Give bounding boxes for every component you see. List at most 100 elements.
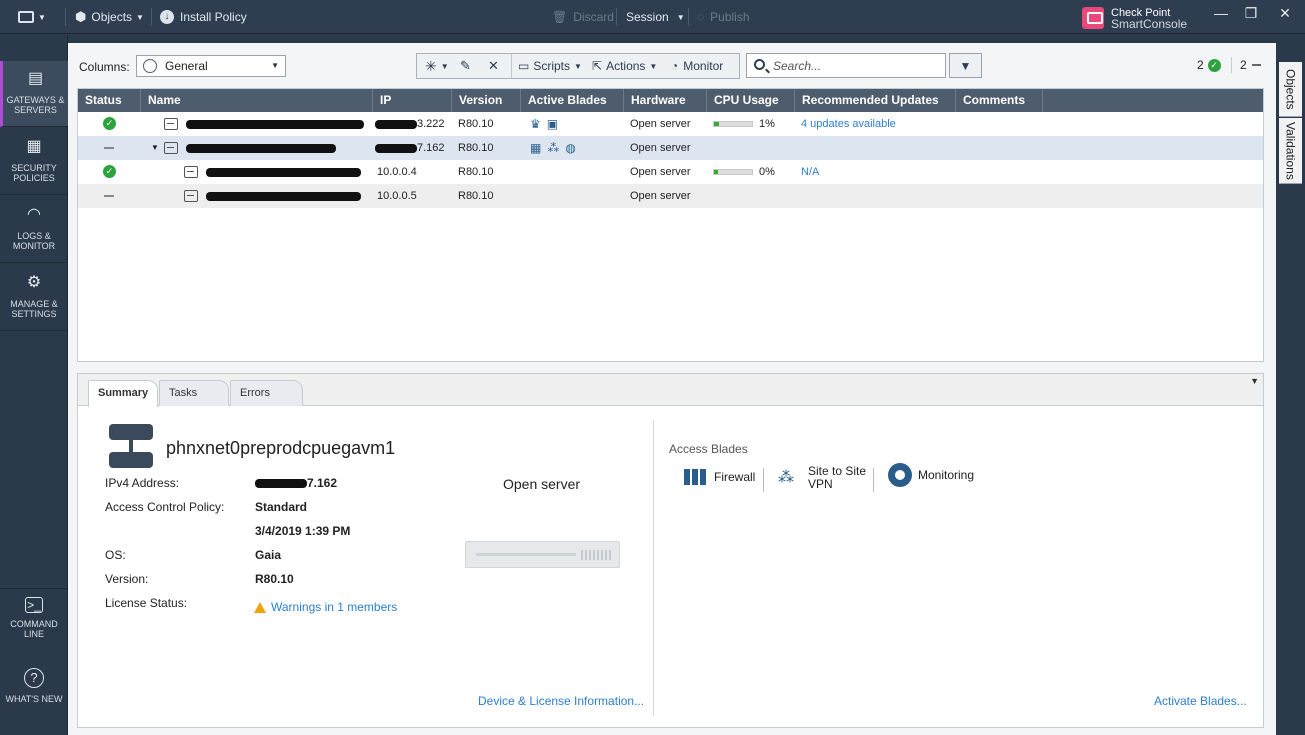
blade-monitoring[interactable]: Monitoring [888,463,974,487]
status-none-icon [104,195,114,197]
nav-gateways-label: GATEWAYS & SERVERS [6,95,65,115]
tab-errors[interactable]: Errors [230,380,303,406]
appliance-image [465,541,620,568]
details-tabs: Summary Tasks Errors ▼ [78,374,1263,407]
dash-icon [1251,64,1261,66]
minimize-button[interactable]: — [1207,0,1235,26]
toolbar-divider [688,8,689,26]
delete-icon: ✕ [488,58,499,73]
table-row[interactable]: ✓ 3.222 R80.10 ♛ ▣ Open server 1% 4 updat… [78,112,1263,136]
maximize-button[interactable]: ❐ [1237,0,1265,26]
warning-icon [254,601,266,613]
blade-firewall-label: Firewall [714,469,756,484]
scripts-menu-button[interactable]: ▭ Scripts ▼ [511,54,582,78]
license-warning-link[interactable]: Warnings in 1 members [254,600,397,614]
actions-label: Actions [606,59,646,73]
col-ip[interactable]: IP [373,89,452,112]
row-updates-link[interactable]: N/A [801,160,819,184]
blade-site-to-site-vpn[interactable]: ⁂ Site to Site VPN [778,465,866,491]
session-menu-button[interactable]: Session ▼ [626,0,685,34]
col-hardware[interactable]: Hardware [624,89,707,112]
row-version: R80.10 [458,142,494,154]
top-toolbar: ▼ ⬢ Objects ▼ ↓ Install Policy 🗑 Discard … [0,0,1305,34]
objects-pane-tab[interactable]: Objects [1279,62,1302,117]
col-recommended-updates[interactable]: Recommended Updates [795,89,956,112]
ok-count-badge[interactable]: 2 ✓ [1197,58,1221,72]
row-hardware: Open server [630,190,691,202]
acp-label: Access Control Policy: [105,500,225,514]
nav-security-policies[interactable]: ▦ SECURITY POLICIES [0,129,68,195]
globe-icon [143,59,157,73]
brand-line2: SmartConsole [1111,17,1188,31]
firewall-icon: ▦ [530,141,542,156]
blade-divider [873,468,874,492]
nav-command-line[interactable]: >_ COMMAND LINE [0,588,68,654]
device-license-link[interactable]: Device & License Information... [478,694,644,708]
edit-button[interactable]: ✎ [460,54,471,78]
right-rail: Objects Validations [1276,35,1305,735]
expand-caret-icon[interactable]: ▼ [151,136,159,160]
restore-icon: ❐ [1244,4,1258,21]
blade-vpn-line1: Site to Site [808,464,867,478]
search-placeholder: Search... [773,58,822,73]
monitor-label: Monitor [683,59,724,73]
col-name[interactable]: Name [141,89,373,112]
activate-blades-link[interactable]: Activate Blades... [1154,694,1247,708]
col-cpu-usage[interactable]: CPU Usage [707,89,795,112]
discard-button[interactable]: 🗑 Discard [552,0,614,34]
col-active-blades[interactable]: Active Blades [521,89,624,112]
filter-icon: ▼ [959,58,972,73]
object-actions-group: ✳ ▼ ✎ ✕ ▭ Scripts ▼ ⇱ Actions ▼ ◔ Monitor [416,53,740,79]
row-ip: 7.162 [375,136,445,160]
tab-tasks[interactable]: Tasks [159,380,229,406]
panel-divider [653,420,654,716]
member-icon [184,184,198,208]
close-button[interactable]: ✕ [1271,0,1299,26]
blade-divider [763,468,764,492]
filter-button[interactable]: ▼ [949,53,982,78]
search-input[interactable]: Search... [746,53,946,78]
objects-menu-button[interactable]: ⬢ Objects ▼ [75,0,144,34]
redacted-name [206,184,361,208]
objects-menu-label: Objects [91,10,133,24]
other-count-badge[interactable]: 2 [1240,58,1261,72]
firewall-icon [684,469,708,485]
columns-select[interactable]: General ▼ [136,55,286,77]
details-panel: Summary Tasks Errors ▼ phnxnet0preprodcp… [77,373,1264,728]
publish-button[interactable]: ◌ Publish [697,0,750,34]
new-object-button[interactable]: ✳ ▼ [425,54,449,78]
gateways-icon: ▤ [27,70,44,87]
cpu-usage-bar [713,121,753,127]
redacted-name [186,136,336,160]
col-comments[interactable]: Comments [956,89,1043,112]
toolbar-divider [65,8,66,26]
col-status[interactable]: Status [78,89,141,112]
table-row[interactable]: ▼ 7.162 R80.10 ▦ ⁂ ◍ Open server [78,136,1263,160]
app-control-icon: ▣ [546,117,559,132]
table-row[interactable]: 10.0.0.5 R80.10 Open server [78,184,1263,208]
nav-whats-new[interactable]: ? WHAT'S NEW [0,660,68,726]
validations-pane-tab[interactable]: Validations [1279,118,1302,184]
collapse-panel-icon[interactable]: ▼ [1250,376,1259,386]
table-row[interactable]: ✓ 10.0.0.4 R80.10 Open server 0% N/A [78,160,1263,184]
object-name-title: phnxnet0preprodcpuegavm1 [166,438,396,458]
col-version[interactable]: Version [452,89,521,112]
app-menu-button[interactable]: ▼ [18,0,46,34]
nav-logs-monitor[interactable]: ◠ LOGS & MONITOR [0,197,68,263]
cpu-usage-fill [714,170,718,174]
delete-button[interactable]: ✕ [488,54,499,78]
nav-manage-settings[interactable]: ⚙ MANAGE & SETTINGS [0,265,68,331]
actions-menu-button[interactable]: ⇱ Actions ▼ [592,54,657,78]
monitor-button[interactable]: ◔ Monitor [671,54,723,78]
view-toolbar: Columns: General ▼ ✳ ▼ ✎ ✕ ▭ Scripts ▼ ⇱ A… [68,43,1276,89]
acp-date: 3/4/2019 1:39 PM [255,524,351,538]
columns-value: General [165,59,208,73]
os-label: OS: [105,548,126,562]
install-policy-button[interactable]: ↓ Install Policy [160,0,247,34]
tab-summary[interactable]: Summary [88,380,159,407]
other-count: 2 [1240,58,1247,72]
nav-gateways-servers[interactable]: ▤ GATEWAYS & SERVERS [0,61,68,127]
blade-firewall[interactable]: Firewall [684,469,755,485]
gateway-icon [164,112,178,136]
row-updates-link[interactable]: 4 updates available [801,112,896,136]
